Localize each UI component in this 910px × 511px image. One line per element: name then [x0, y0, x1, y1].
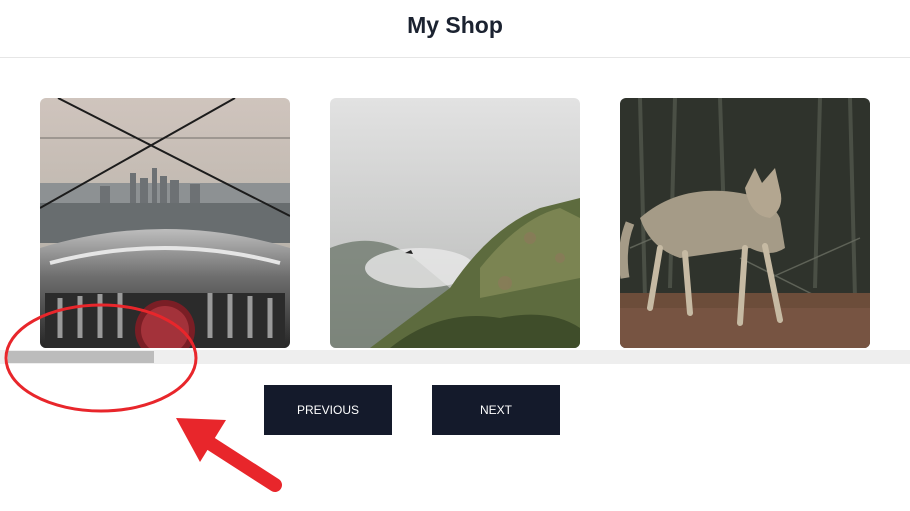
shop-header: My Shop — [0, 0, 910, 58]
scrollbar-thumb[interactable] — [8, 351, 154, 363]
product-card-3[interactable] — [620, 98, 870, 348]
city-viewer-image — [40, 98, 290, 348]
coyote-image — [620, 98, 870, 348]
red-arrow-icon — [176, 418, 282, 492]
product-card-1[interactable] — [40, 98, 290, 348]
previous-button[interactable]: PREVIOUS — [264, 385, 392, 435]
foggy-cliff-image — [330, 98, 580, 348]
product-card-2[interactable] — [330, 98, 580, 348]
next-button[interactable]: NEXT — [432, 385, 560, 435]
horizontal-scrollbar[interactable] — [0, 350, 910, 364]
page-title: My Shop — [407, 12, 503, 38]
